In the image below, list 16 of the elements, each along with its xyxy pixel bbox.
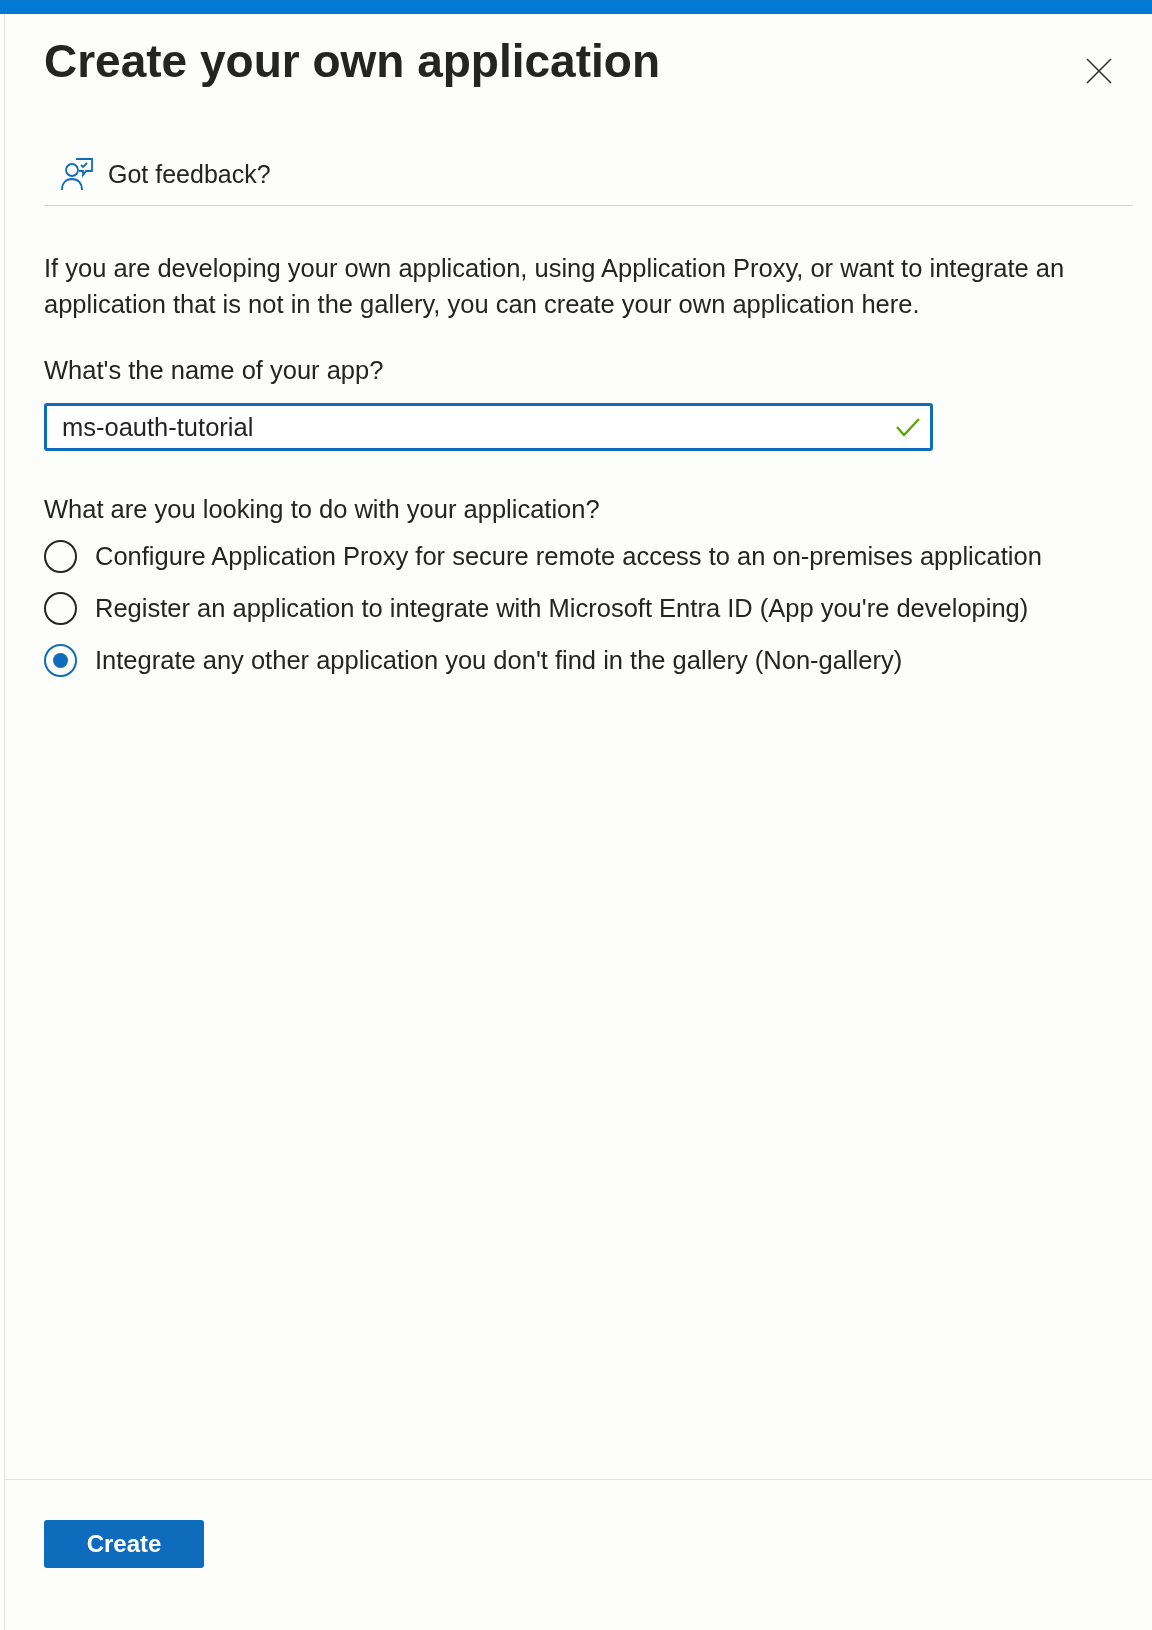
panel-title: Create your own application	[44, 34, 660, 89]
question-label: What are you looking to do with your application?	[44, 495, 601, 525]
option-label[interactable]: Configure Application Proxy for secure remote access to an on-premises application	[95, 542, 1042, 572]
radio-button[interactable]	[44, 540, 77, 574]
radio-button[interactable]	[44, 644, 77, 678]
feedback-icon	[60, 157, 94, 192]
description-text: If you are developing your own application, using Application Proxy, or want to integrate an application that is not in the gallery, you can create your own application here.	[44, 253, 1066, 321]
radio-button[interactable]	[44, 592, 77, 626]
option-label[interactable]: Integrate any other application you don't find in the gallery (Non-gallery)	[95, 646, 903, 676]
close-icon	[1086, 58, 1112, 84]
option-label[interactable]: Register an application to integrate with Microsoft Entra ID (App you're developing)	[95, 594, 1029, 624]
feedback-link[interactable]: Got feedback?	[60, 157, 271, 192]
close-button[interactable]	[1086, 58, 1112, 84]
field-label: What's the name of your app?	[44, 356, 385, 386]
app-name-field[interactable]: ms-oauth-tutorial	[44, 403, 933, 452]
create-button[interactable]: Create	[44, 1520, 204, 1568]
